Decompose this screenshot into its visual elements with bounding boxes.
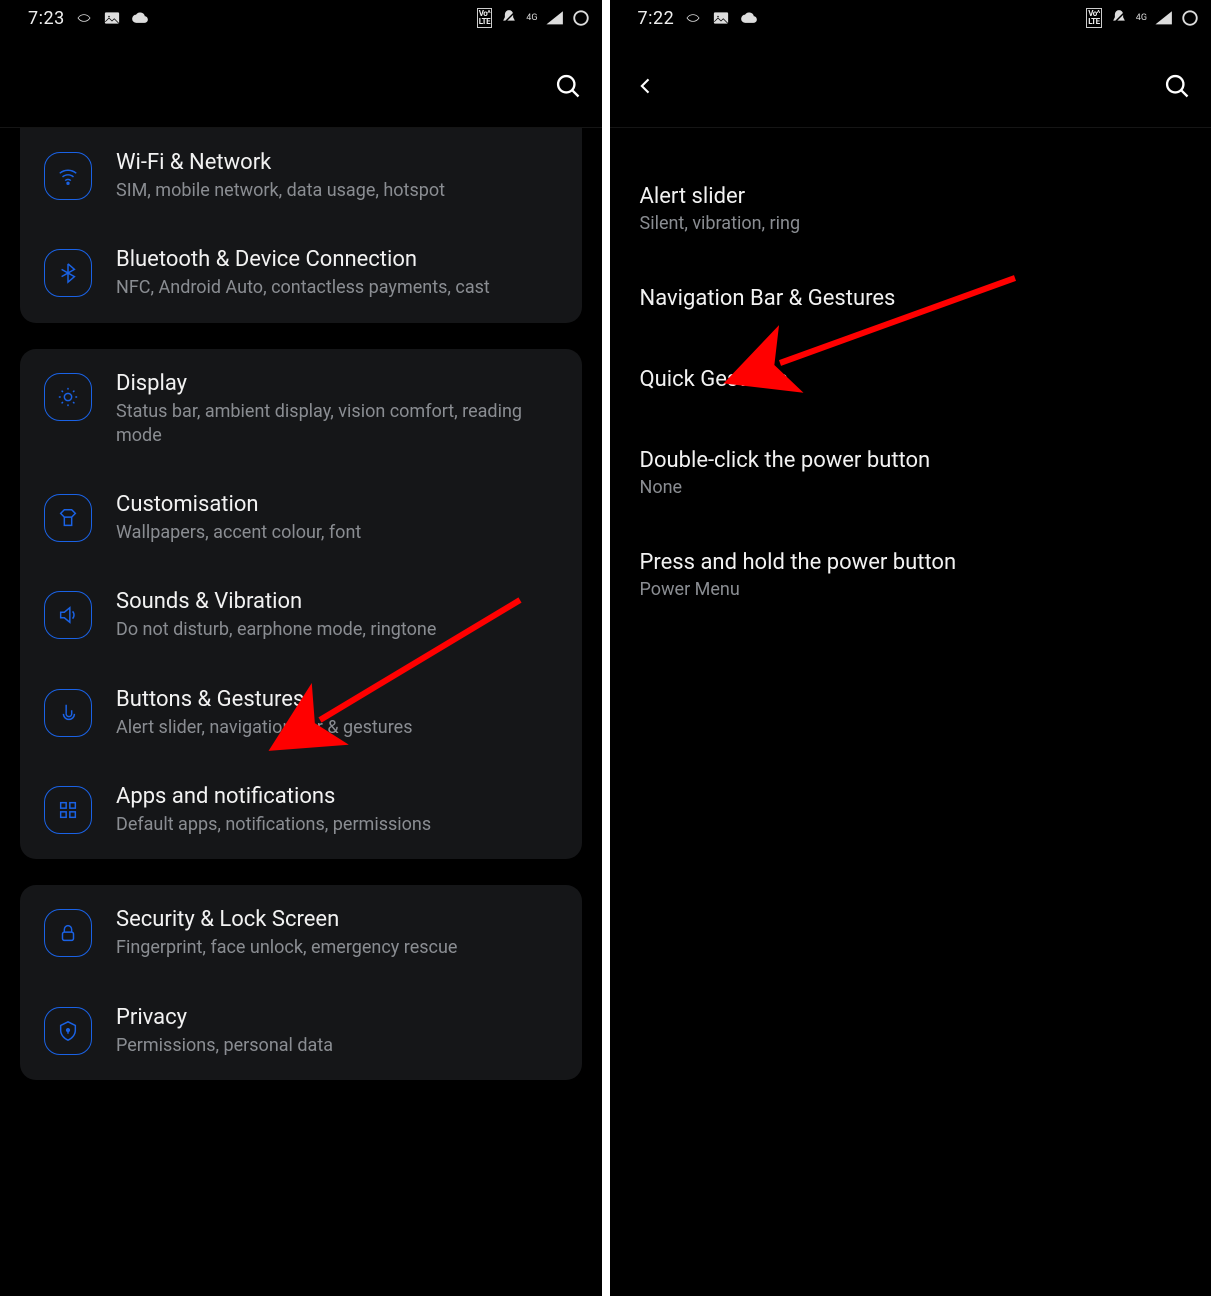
cloud-icon: [740, 9, 758, 27]
item-title: Customisation: [116, 492, 558, 517]
battery-icon: [572, 9, 590, 27]
lock-icon: [44, 909, 92, 957]
customisation-icon: [44, 494, 92, 542]
item-title: Wi-Fi & Network: [116, 150, 558, 175]
item-subtitle: Permissions, personal data: [116, 1034, 558, 1058]
signal-label: 4G: [526, 13, 537, 23]
right-screen: 7:22 Vo^LTE 4G Buttons & Gestures: [610, 0, 1211, 1296]
settings-item-bluetooth[interactable]: Bluetooth & Device Connection NFC, Andro…: [20, 225, 582, 322]
left-screen: 7:23 Vo^LTE 4G Settings: [0, 0, 602, 1296]
item-subtitle: Silent, vibration, ring: [640, 213, 1182, 234]
item-subtitle: Do not disturb, earphone mode, ringtone: [116, 618, 558, 642]
volte-icon: Vo^LTE: [1086, 8, 1102, 28]
image-icon: [712, 9, 730, 27]
settings-item-buttons-gestures[interactable]: Buttons & Gestures Alert slider, navigat…: [20, 665, 582, 762]
gestures-icon: [44, 689, 92, 737]
item-title: Display: [116, 371, 558, 396]
settings-item-customisation[interactable]: Customisation Wallpapers, accent colour,…: [20, 470, 582, 567]
search-button[interactable]: [1163, 72, 1191, 104]
privacy-icon: [44, 1007, 92, 1055]
status-time: 7:23: [28, 8, 65, 29]
mute-icon: [1110, 9, 1128, 27]
wifi-icon: [44, 152, 92, 200]
item-double-click-power[interactable]: Double-click the power button None: [640, 422, 1182, 524]
status-bar: 7:22 Vo^LTE 4G: [610, 0, 1211, 30]
item-title: Alert slider: [640, 184, 1182, 209]
app-header: Settings: [0, 30, 602, 128]
item-hold-power[interactable]: Press and hold the power button Power Me…: [640, 524, 1182, 626]
settings-group: Wi-Fi & Network SIM, mobile network, dat…: [20, 128, 582, 323]
settings-item-security[interactable]: Security & Lock Screen Fingerprint, face…: [20, 885, 582, 982]
item-title: Security & Lock Screen: [116, 907, 558, 932]
status-app-icon: [684, 9, 702, 27]
settings-item-privacy[interactable]: Privacy Permissions, personal data: [20, 983, 582, 1080]
status-app-icon: [75, 9, 93, 27]
item-subtitle: Wallpapers, accent colour, font: [116, 521, 558, 545]
back-button[interactable]: [636, 76, 656, 100]
signal-label: 4G: [1136, 13, 1147, 23]
settings-item-apps[interactable]: Apps and notifications Default apps, not…: [20, 762, 582, 859]
item-subtitle: None: [640, 477, 1182, 498]
image-icon: [103, 9, 121, 27]
sound-icon: [44, 591, 92, 639]
screen-divider: [602, 0, 610, 1296]
status-time: 7:22: [638, 8, 675, 29]
item-title: Navigation Bar & Gestures: [640, 286, 1182, 311]
status-bar: 7:23 Vo^LTE 4G: [0, 0, 602, 30]
item-subtitle: Alert slider, navigation bar & gestures: [116, 716, 558, 740]
item-title: Bluetooth & Device Connection: [116, 247, 558, 272]
item-title: Press and hold the power button: [640, 550, 1182, 575]
display-icon: [44, 373, 92, 421]
gestures-list: Alert slider Silent, vibration, ring Nav…: [610, 128, 1211, 656]
item-alert-slider[interactable]: Alert slider Silent, vibration, ring: [640, 158, 1182, 260]
search-button[interactable]: [554, 72, 582, 104]
item-title: Privacy: [116, 1005, 558, 1030]
item-nav-bar[interactable]: Navigation Bar & Gestures: [640, 260, 1182, 341]
mute-icon: [500, 9, 518, 27]
item-subtitle: Default apps, notifications, permissions: [116, 813, 558, 837]
settings-group: Display Status bar, ambient display, vis…: [20, 349, 582, 860]
settings-item-wifi[interactable]: Wi-Fi & Network SIM, mobile network, dat…: [20, 128, 582, 225]
item-subtitle: Fingerprint, face unlock, emergency resc…: [116, 936, 558, 960]
cloud-icon: [131, 9, 149, 27]
volte-icon: Vo^LTE: [477, 8, 493, 28]
page-title: Settings: [26, 70, 137, 105]
settings-item-sounds[interactable]: Sounds & Vibration Do not disturb, earph…: [20, 567, 582, 664]
item-quick-gestures[interactable]: Quick Gestures: [640, 341, 1182, 422]
item-subtitle: SIM, mobile network, data usage, hotspot: [116, 179, 558, 203]
item-title: Apps and notifications: [116, 784, 558, 809]
battery-icon: [1181, 9, 1199, 27]
settings-group: Security & Lock Screen Fingerprint, face…: [20, 885, 582, 1080]
item-title: Buttons & Gestures: [116, 687, 558, 712]
apps-icon: [44, 786, 92, 834]
item-subtitle: Power Menu: [640, 579, 1182, 600]
settings-list: Wi-Fi & Network SIM, mobile network, dat…: [0, 128, 602, 1080]
page-title: Buttons & Gestures: [678, 70, 938, 105]
signal-icon: [546, 9, 564, 27]
item-title: Sounds & Vibration: [116, 589, 558, 614]
item-subtitle: Status bar, ambient display, vision comf…: [116, 400, 558, 449]
item-title: Double-click the power button: [640, 448, 1182, 473]
item-title: Quick Gestures: [640, 367, 1182, 392]
item-subtitle: NFC, Android Auto, contactless payments,…: [116, 276, 558, 300]
settings-item-display[interactable]: Display Status bar, ambient display, vis…: [20, 349, 582, 471]
signal-icon: [1155, 9, 1173, 27]
app-header: Buttons & Gestures: [610, 30, 1211, 128]
bluetooth-icon: [44, 249, 92, 297]
